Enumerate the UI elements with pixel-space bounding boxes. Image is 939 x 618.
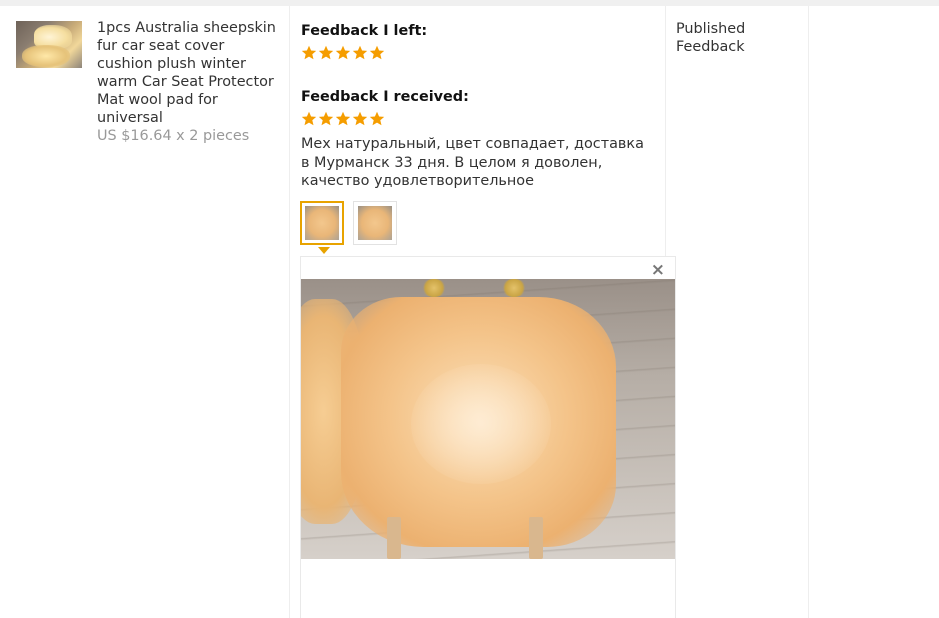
feedback-received-stars [301,111,385,127]
review-text: Мех натуральный, цвет совпадает, доставк… [301,136,644,189]
review-photo-large [301,279,675,559]
star-icon [352,111,368,126]
star-icon [369,45,385,60]
close-icon[interactable]: × [651,261,665,279]
photo-viewer: × [300,256,676,618]
top-divider [0,0,939,6]
star-icon [301,45,317,60]
feedback-received-heading: Feedback I received: [301,89,469,105]
column-divider [289,6,290,618]
star-icon [369,111,385,126]
star-icon [318,45,334,60]
star-icon [352,45,368,60]
star-icon [301,111,317,126]
feedback-left-stars [301,45,385,61]
product-thumbnail[interactable] [16,21,82,68]
column-divider [808,6,809,618]
product-price: US $16.64 x 2 pieces [97,128,250,144]
star-icon [335,45,351,60]
product-title[interactable]: 1pcs Australia sheepskin fur car seat co… [97,19,282,127]
feedback-left-heading: Feedback I left: [301,23,428,39]
star-icon [318,111,334,126]
review-photo-thumb-1[interactable] [300,201,344,245]
review-photo-thumb-2[interactable] [353,201,397,245]
star-icon [335,111,351,126]
feedback-status: Published Feedback [676,21,746,55]
selected-photo-caret [318,247,330,254]
